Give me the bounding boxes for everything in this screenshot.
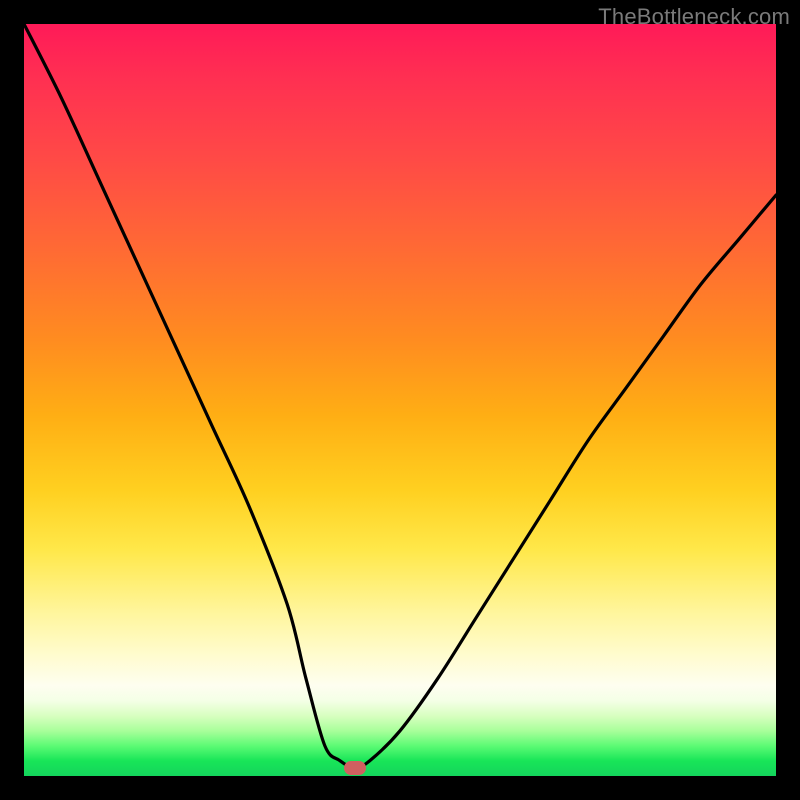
optimal-point-marker	[344, 761, 366, 775]
plot-area	[24, 24, 776, 776]
chart-frame: TheBottleneck.com	[0, 0, 800, 800]
bottleneck-curve	[24, 24, 776, 776]
